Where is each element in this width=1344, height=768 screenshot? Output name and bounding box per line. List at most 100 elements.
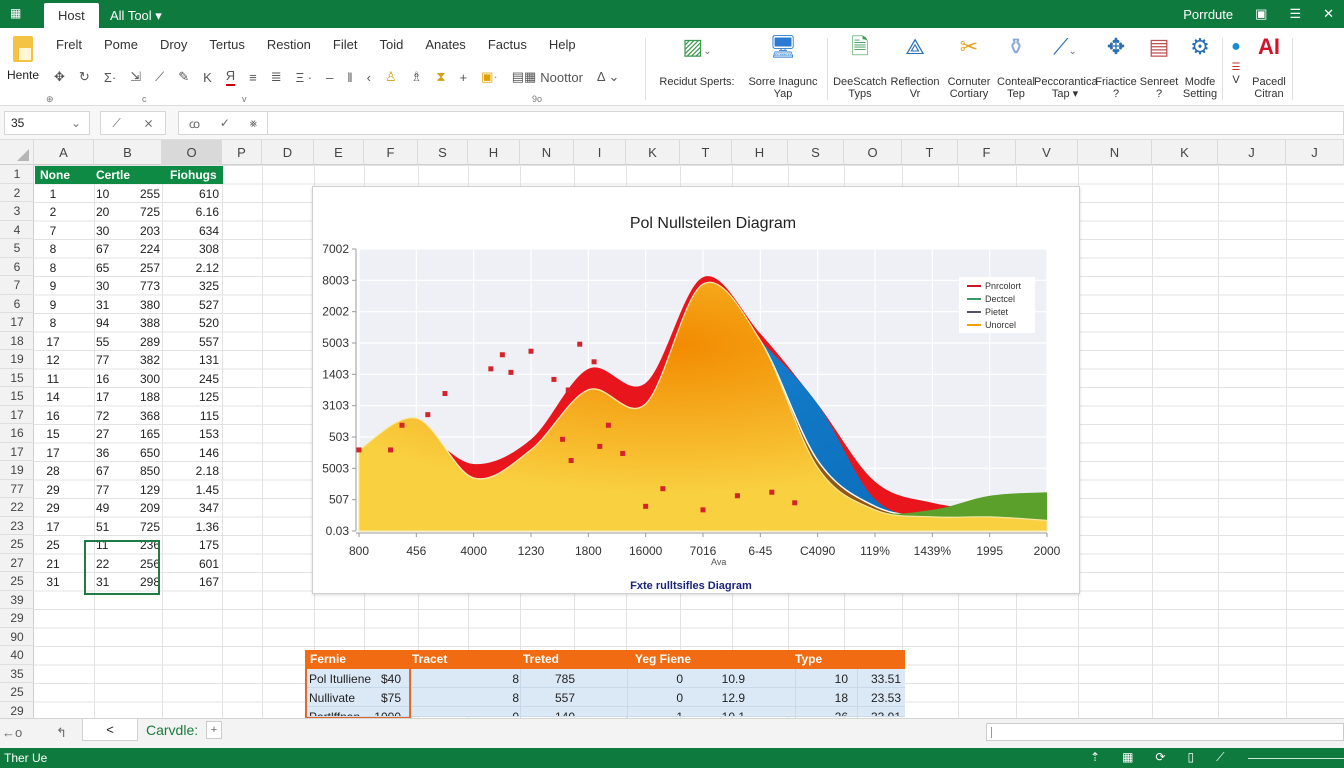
row-header-item[interactable]: 6 bbox=[0, 295, 34, 313]
table-cell[interactable]: 382 bbox=[116, 351, 160, 370]
table-cell[interactable]: 209 bbox=[116, 499, 160, 518]
table-cell[interactable]: 31 bbox=[96, 296, 109, 315]
font-color-icon[interactable]: Я bbox=[225, 68, 236, 86]
column-header-i[interactable]: I bbox=[574, 140, 626, 165]
column-header-n[interactable]: N bbox=[520, 140, 574, 165]
column-header-s[interactable]: S bbox=[418, 140, 468, 165]
col-header[interactable]: Tracet bbox=[412, 652, 447, 666]
row-header-item[interactable]: 27 bbox=[0, 554, 34, 572]
table-cell[interactable]: 25 bbox=[36, 536, 70, 555]
row-header-item[interactable]: 17 bbox=[0, 313, 34, 332]
ribbon-button-pacedl[interactable]: AI Pacedl Citran bbox=[1248, 32, 1290, 100]
col-header[interactable]: Yeg Fiene bbox=[635, 652, 691, 666]
ribbon-button-modfe[interactable]: ⚙ Modfe Setting bbox=[1180, 32, 1220, 100]
row-header-item[interactable]: 2 bbox=[0, 184, 34, 202]
zoom-slider[interactable] bbox=[1248, 758, 1344, 759]
align-left-icon[interactable]: ≡ bbox=[249, 70, 257, 85]
ribbon-button-conteal[interactable]: ⚱ Conteal Tep bbox=[996, 32, 1036, 100]
col-header[interactable]: Treted bbox=[523, 652, 559, 666]
format-painter-icon[interactable]: ✥ bbox=[54, 69, 65, 85]
sum-icon[interactable]: Σ· bbox=[104, 70, 116, 85]
table-cell[interactable]: 850 bbox=[116, 462, 160, 481]
table-cell[interactable]: 1.36 bbox=[166, 518, 219, 537]
table-cell[interactable]: 17 bbox=[96, 388, 109, 407]
table-cell[interactable]: 224 bbox=[116, 240, 160, 259]
table-cell[interactable]: 325 bbox=[166, 277, 219, 296]
table-cell[interactable]: 9 bbox=[36, 277, 70, 296]
table-cell[interactable]: 289 bbox=[116, 333, 160, 352]
row-header-item[interactable]: 39 bbox=[0, 591, 34, 609]
column-header-k[interactable]: K bbox=[1152, 140, 1218, 165]
header-certle[interactable]: Certle bbox=[96, 166, 130, 185]
table-cell[interactable]: 8 bbox=[36, 240, 70, 259]
table-cell[interactable]: 527 bbox=[166, 296, 219, 315]
table-cell[interactable]: 11 bbox=[36, 370, 70, 389]
row-header-item[interactable]: 25 bbox=[0, 572, 34, 591]
chart-object[interactable]: Pol Nullsteilen Diagram 0.03 507 5003 503 31… bbox=[312, 186, 1080, 594]
table-cell[interactable]: 21 bbox=[36, 555, 70, 574]
tab-host[interactable]: Host bbox=[44, 3, 99, 28]
minimize-icon[interactable]: ☰ bbox=[1289, 6, 1301, 22]
table-cell[interactable]: 725 bbox=[116, 518, 160, 537]
ribbon-button-senreet[interactable]: ▤ Senreet ? bbox=[1138, 32, 1180, 100]
header-fiohugs[interactable]: Fiohugs bbox=[170, 166, 217, 185]
row-header-item[interactable]: 6 bbox=[0, 258, 34, 276]
pawn-icon[interactable]: ♙ bbox=[385, 69, 397, 85]
horizontal-scrollbar[interactable] bbox=[986, 723, 1344, 741]
align-right-icon[interactable]: Ξ · bbox=[296, 70, 312, 85]
table-cell[interactable]: 153 bbox=[166, 425, 219, 444]
table-cell[interactable]: 257 bbox=[116, 259, 160, 278]
menu-item[interactable]: Filet bbox=[333, 37, 370, 52]
table-cell[interactable]: 65 bbox=[96, 259, 109, 278]
menu-item[interactable]: Help bbox=[549, 37, 588, 52]
ribbon-button-cornuter[interactable]: ✂ Cornuter Cortiary bbox=[942, 32, 996, 100]
table-cell[interactable]: 28 bbox=[36, 462, 70, 481]
column-header-f[interactable]: F bbox=[958, 140, 1016, 165]
row-header-item[interactable]: 17 bbox=[0, 406, 34, 424]
table-cell[interactable]: 165 bbox=[116, 425, 160, 444]
column-header-t[interactable]: T bbox=[902, 140, 958, 165]
table-cell[interactable]: 388 bbox=[116, 314, 160, 333]
row-header-item[interactable]: 90 bbox=[0, 628, 34, 646]
table-cell[interactable]: 12 bbox=[36, 351, 70, 370]
table-cell[interactable]: 94 bbox=[96, 314, 109, 333]
edit-icon[interactable]: ⟋ bbox=[112, 116, 120, 131]
table-cell[interactable]: 20 bbox=[96, 203, 109, 222]
row-header-item[interactable]: 19 bbox=[0, 350, 34, 369]
row-header-item[interactable]: 1 bbox=[0, 165, 34, 184]
column-header-s[interactable]: S bbox=[788, 140, 844, 165]
menu-item[interactable]: Droy bbox=[160, 37, 199, 52]
table-cell[interactable]: 67 bbox=[96, 462, 109, 481]
column-header-a[interactable]: A bbox=[34, 140, 94, 165]
table-cell[interactable]: 634 bbox=[166, 222, 219, 241]
ribbon-button-recidut[interactable]: ▨⌄ Recidut Sperts: bbox=[652, 32, 742, 88]
table-cell[interactable]: 55 bbox=[96, 333, 109, 352]
column-header-h[interactable]: H bbox=[732, 140, 788, 165]
account-name[interactable]: Porrdute bbox=[1183, 7, 1233, 22]
table-cell[interactable]: 15 bbox=[36, 425, 70, 444]
table-cell[interactable]: 557 bbox=[166, 333, 219, 352]
table-cell[interactable]: 7 bbox=[36, 222, 70, 241]
table-cell[interactable]: 115 bbox=[166, 407, 219, 426]
conditional-format-icon[interactable]: ▣· bbox=[481, 69, 498, 85]
header-none[interactable]: None bbox=[40, 166, 70, 185]
row-header-item[interactable]: 3 bbox=[0, 202, 34, 221]
cancel-icon[interactable]: ⨯ bbox=[144, 116, 154, 130]
table-cell[interactable]: 17 bbox=[36, 518, 70, 537]
table-cell[interactable]: 308 bbox=[166, 240, 219, 259]
row-header-item[interactable]: 15 bbox=[0, 387, 34, 406]
row-header-item[interactable]: 19 bbox=[0, 461, 34, 480]
column-header-f[interactable]: F bbox=[364, 140, 418, 165]
table-cell[interactable]: 203 bbox=[116, 222, 160, 241]
menu-item[interactable]: Tertus bbox=[209, 37, 256, 52]
refresh-icon[interactable]: ⟳ bbox=[1155, 750, 1165, 765]
row-header-item[interactable]: 35 bbox=[0, 665, 34, 683]
ribbon-button-peccorantica[interactable]: ⟋⌄ Peccorantica Tap ▾ bbox=[1034, 32, 1098, 100]
column-header-j[interactable]: J bbox=[1218, 140, 1286, 165]
paste-button[interactable]: Hente bbox=[6, 36, 40, 82]
pen-icon[interactable]: ⟋ bbox=[1216, 750, 1224, 765]
dash-icon[interactable]: – bbox=[326, 70, 333, 85]
share-icon[interactable]: ⇡ bbox=[1090, 750, 1100, 765]
number-format-label[interactable]: Noottor bbox=[540, 70, 583, 85]
hourglass-icon[interactable]: ⧗ bbox=[436, 69, 445, 85]
